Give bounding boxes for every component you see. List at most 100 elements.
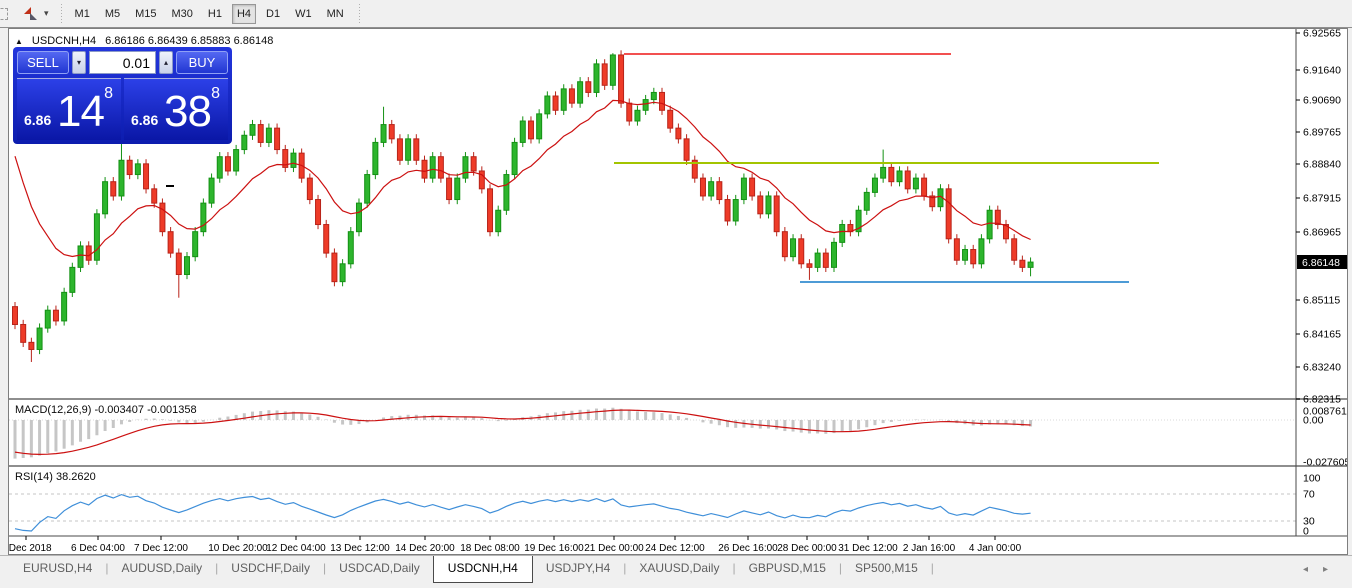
candle-body: [922, 178, 927, 196]
tab-gbpusd-m15[interactable]: GBPUSD,M15: [736, 556, 839, 581]
selection-box-icon[interactable]: [0, 8, 8, 20]
candle-body: [799, 239, 804, 264]
date-axis-label: 28 Dec 00:00: [777, 543, 837, 554]
candle-body: [881, 167, 886, 178]
tab-usdcnh-h4[interactable]: USDCNH,H4: [433, 556, 533, 583]
candle-body: [209, 178, 214, 203]
top-toolbar: ▾ M1M5M15 M30H1H4D1W1MN: [0, 0, 1352, 28]
price-axis-label: 6.84165: [1303, 329, 1341, 341]
candle-body: [62, 292, 67, 321]
candle-body: [471, 157, 476, 171]
timeframe-button-h1[interactable]: H1: [203, 4, 227, 24]
candle-body: [987, 210, 992, 239]
candle-body: [250, 125, 255, 136]
candle-body: [954, 239, 959, 260]
candle-body: [619, 55, 624, 103]
tab-eurusd-h4[interactable]: EURUSD,H4: [10, 556, 105, 581]
date-axis-label: 26 Dec 16:00: [718, 543, 778, 554]
candle-body: [373, 142, 378, 174]
buy-price-prefix: 6.86: [131, 112, 158, 128]
candle-body: [586, 82, 591, 93]
candle-body: [504, 175, 509, 211]
candle-body: [13, 307, 18, 325]
candle-body: [29, 342, 34, 349]
candle-body: [381, 125, 386, 143]
toolbar-dropdown-caret-icon[interactable]: ▾: [44, 8, 49, 19]
timeframe-button-w1[interactable]: W1: [290, 4, 317, 24]
tick-arrows-icon[interactable]: [22, 6, 42, 22]
candle-body: [111, 182, 116, 196]
chart-header: ▲ USDCNH,H4 6.86186 6.86439 6.85883 6.86…: [15, 35, 273, 47]
tab-usdjpy-h4[interactable]: USDJPY,H4: [533, 556, 623, 581]
candle-body: [627, 103, 632, 121]
candle-body: [1020, 260, 1025, 267]
rsi-axis-label: 100: [1303, 473, 1321, 485]
candle-body: [791, 239, 796, 257]
candle-body: [1028, 262, 1033, 267]
macd-axis-label: 0.00: [1303, 415, 1324, 427]
timeframe-button-mn[interactable]: MN: [322, 4, 349, 24]
candle-body: [340, 264, 345, 282]
tab-sp500-m15[interactable]: SP500,M15: [842, 556, 931, 581]
volume-increase-button[interactable]: ▴: [159, 51, 173, 74]
timeframe-button-m30[interactable]: M30: [167, 4, 198, 24]
candle-body: [594, 64, 599, 93]
date-axis-label: 10 Dec 20:00: [208, 543, 268, 554]
candle-body: [520, 121, 525, 142]
chart-ohlc-values: 6.86186 6.86439 6.85883 6.86148: [105, 35, 273, 47]
date-axis-label: 4 Jan 00:00: [969, 543, 1022, 554]
candle-body: [94, 214, 99, 260]
buy-button[interactable]: BUY: [176, 51, 228, 74]
candle-body: [946, 189, 951, 239]
candle-body: [840, 225, 845, 243]
price-axis-label: 6.90690: [1303, 95, 1341, 107]
timeframe-button-d1[interactable]: D1: [261, 4, 285, 24]
tab-scroll-left-icon[interactable]: ◂: [1303, 564, 1308, 575]
buy-price-pip: 8: [211, 85, 220, 103]
timeframe-button-m1[interactable]: M1: [70, 4, 95, 24]
toolbar-separator: [59, 4, 64, 24]
candle-body: [422, 160, 427, 178]
buy-price-box[interactable]: 6.86 38 8: [124, 78, 228, 140]
sell-price-box[interactable]: 6.86 14 8: [17, 78, 121, 140]
volume-decrease-button[interactable]: ▾: [72, 51, 86, 74]
candle-body: [766, 196, 771, 214]
timeframe-button-m15[interactable]: M15: [130, 4, 161, 24]
candle-body: [291, 153, 296, 167]
timeframe-button-h4[interactable]: H4: [232, 4, 256, 24]
date-axis-label: 2 Jan 16:00: [903, 543, 956, 554]
timeframe-button-m5[interactable]: M5: [100, 4, 125, 24]
chart-tab-bar: EURUSD,H4|AUDUSD,Daily|USDCHF,Daily|USDC…: [0, 555, 1352, 588]
candle-body: [832, 242, 837, 267]
candle-body: [979, 239, 984, 264]
tab-xauusd-daily[interactable]: XAUUSD,Daily: [626, 556, 732, 581]
candle-body: [684, 139, 689, 160]
tab-usdcad-daily[interactable]: USDCAD,Daily: [326, 556, 433, 581]
candle-body: [53, 310, 58, 321]
candle-body: [971, 250, 976, 264]
candle-body: [160, 203, 165, 232]
date-axis-label: 13 Dec 12:00: [330, 543, 390, 554]
price-axis-label: 6.83240: [1303, 362, 1341, 374]
price-axis-label: 6.85115: [1303, 295, 1340, 307]
sell-button[interactable]: SELL: [17, 51, 69, 74]
candle-body: [725, 200, 730, 221]
candle-body: [21, 324, 26, 342]
candle-body: [275, 128, 280, 149]
candle-body: [733, 200, 738, 221]
candle-body: [512, 142, 517, 174]
candle-body: [176, 253, 181, 274]
chart-window: 6.925656.916406.906906.897656.888406.879…: [8, 28, 1348, 555]
candle-body: [995, 210, 1000, 224]
candle-body: [348, 232, 353, 264]
timeframe-group: M1M5M15 M30H1H4D1W1MN: [70, 4, 349, 24]
candle-body: [389, 125, 394, 139]
tab-usdchf-daily[interactable]: USDCHF,Daily: [218, 556, 323, 581]
candle-body: [168, 232, 173, 253]
volume-input[interactable]: [89, 51, 156, 74]
tab-scroll-right-icon[interactable]: ▸: [1323, 564, 1328, 575]
price-axis-label: 6.89765: [1303, 127, 1341, 139]
sell-price-prefix: 6.86: [24, 112, 51, 128]
tab-audusd-daily[interactable]: AUDUSD,Daily: [108, 556, 215, 581]
candle-body: [750, 178, 755, 196]
